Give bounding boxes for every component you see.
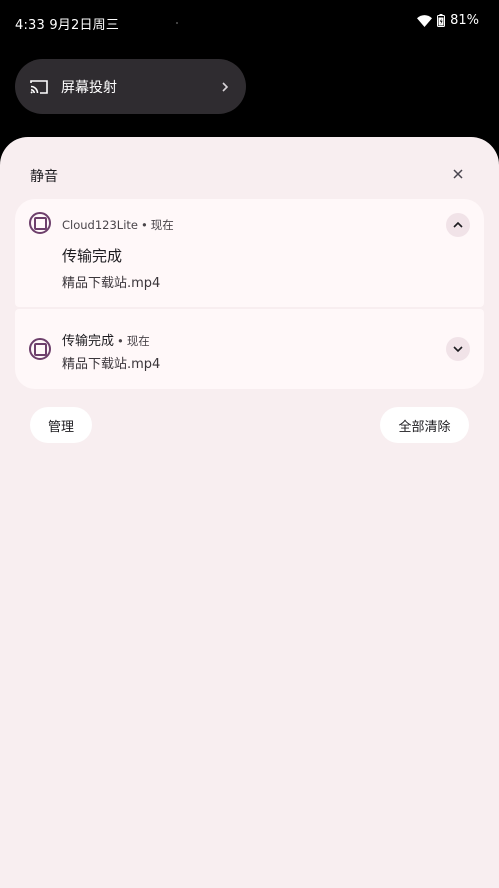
notification-title: 传输完成 (62, 247, 123, 265)
separator-dot: • (141, 218, 148, 232)
notification-shade: 静音 Cloud123Lite • 现在 传输完成 精品下载站.mp4 传输完成 • 现… (0, 137, 499, 888)
status-icons: 81% (417, 13, 479, 28)
separator-dot: • (117, 334, 124, 348)
manage-button[interactable]: 管理 (30, 407, 92, 443)
expand-button[interactable] (446, 337, 470, 361)
app-name: Cloud123Lite (62, 218, 138, 232)
chevron-right-icon (218, 80, 232, 94)
cast-tile-label: 屏幕投射 (61, 79, 117, 96)
silent-section-title: 静音 (30, 169, 58, 185)
cast-icon (29, 77, 49, 97)
chevron-down-icon (453, 346, 463, 353)
notification-header: 传输完成 • 现在 (62, 330, 150, 349)
notification-title: 传输完成 (62, 334, 115, 349)
notification-body: 精品下载站.mp4 (62, 357, 161, 372)
notification-header: Cloud123Lite • 现在 (62, 217, 174, 233)
notification-card-expanded[interactable]: Cloud123Lite • 现在 传输完成 精品下载站.mp4 (15, 199, 484, 307)
battery-icon (437, 14, 446, 27)
close-icon[interactable] (449, 165, 467, 183)
status-notification-dot (176, 22, 178, 24)
notification-time: 现在 (150, 218, 174, 232)
notification-time: 现在 (126, 334, 150, 348)
clear-all-button[interactable]: 全部清除 (380, 407, 469, 443)
collapse-button[interactable] (446, 213, 470, 237)
chevron-up-icon (453, 221, 463, 228)
app-icon (29, 212, 51, 234)
status-bar: 4:33 9月2日周三 81% (0, 0, 499, 44)
notification-body: 精品下载站.mp4 (62, 276, 161, 291)
screen-cast-tile[interactable]: 屏幕投射 (15, 59, 246, 114)
wifi-icon (417, 14, 433, 27)
app-icon (29, 338, 51, 360)
notification-card-collapsed[interactable]: 传输完成 • 现在 精品下载站.mp4 (15, 309, 484, 389)
status-time-date: 4:33 9月2日周三 (15, 18, 120, 33)
battery-percent: 81% (450, 13, 479, 28)
